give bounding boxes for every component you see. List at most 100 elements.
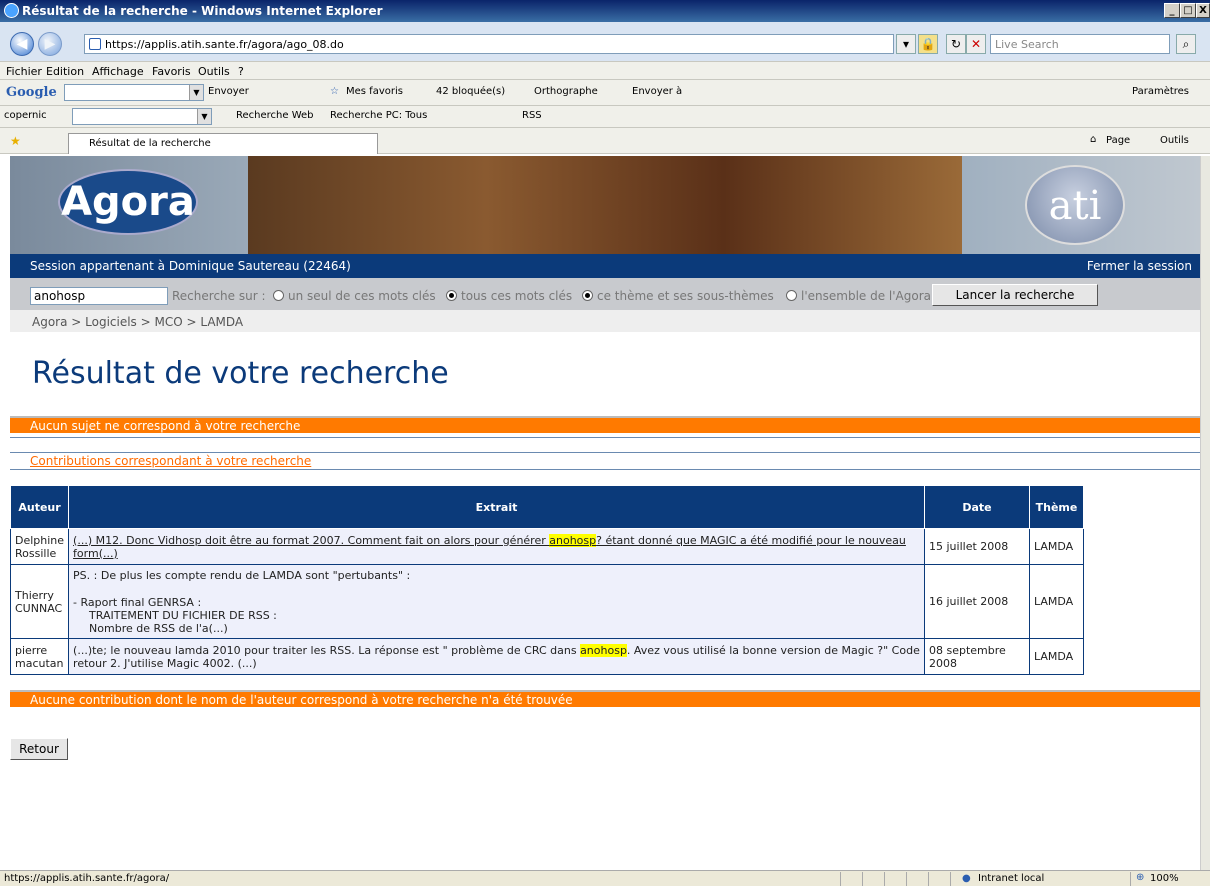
refresh-icon[interactable]: ↻ [946, 34, 966, 54]
row-extrait[interactable]: PS. : De plus les compte rendu de LAMDA … [68, 564, 925, 639]
extrait-line: TRAITEMENT DU FICHIER DE RSS : [89, 608, 277, 622]
menu-fichier[interactable]: Fichier [6, 65, 42, 78]
row-auteur: pierre macutan [9, 638, 70, 675]
page-title: Résultat de votre recherche [32, 356, 449, 391]
table-row: pierre macutan (...)te; le nouveau lamda… [9, 638, 1084, 675]
keyword-highlight: anohosp [549, 533, 597, 547]
forward-arrow-icon[interactable]: ▶ [38, 32, 62, 56]
globe-icon: ● [962, 873, 971, 884]
menu-favoris[interactable]: Favoris [152, 65, 191, 78]
address-input[interactable]: https://applis.atih.sante.fr/agora/ago_0… [84, 34, 894, 54]
star-icon: ☆ [330, 86, 339, 97]
outils-menu-button[interactable]: Outils [1160, 135, 1189, 146]
menu-edition[interactable]: Edition [46, 65, 84, 78]
breadcrumb[interactable]: Agora > Logiciels > MCO > LAMDA [10, 310, 1200, 332]
contributions-link[interactable]: Contributions correspondant à votre rech… [30, 454, 311, 468]
orthographe-button[interactable]: Orthographe [534, 86, 598, 97]
window-title-bar: Résultat de la recherche - Windows Inter… [0, 0, 1210, 22]
rss-button[interactable]: RSS [522, 110, 542, 121]
popup-blocked-count[interactable]: 42 bloquée(s) [436, 86, 505, 97]
radio-all-keywords[interactable] [446, 290, 457, 301]
back-button[interactable]: Retour [10, 738, 68, 760]
no-subject-bar: Aucun sujet ne correspond à votre recher… [10, 416, 1200, 433]
envoyer-a-button[interactable]: Envoyer à [632, 86, 682, 97]
no-author-bar: Aucune contribution dont le nom de l'aut… [10, 690, 1200, 707]
col-extrait: Extrait [68, 485, 925, 529]
home-icon[interactable]: ⌂ [1090, 134, 1096, 145]
table-row: Thierry CUNNAC PS. : De plus les compte … [9, 564, 1084, 639]
results-table: Auteur Extrait Date Thème Delphine Rossi… [9, 485, 1084, 675]
radio-all-agora-label: l'ensemble de l'Agora [801, 289, 931, 303]
tab-active[interactable]: Résultat de la recherche [68, 133, 378, 154]
copernic-logo: copernic [4, 110, 47, 121]
col-theme: Thème [1029, 485, 1084, 529]
row-date: 15 juillet 2008 [924, 528, 1030, 565]
address-url: https://applis.atih.sante.fr/agora/ago_0… [105, 38, 344, 51]
menu-outils[interactable]: Outils [198, 65, 230, 78]
atih-logo: ati [1025, 165, 1125, 245]
row-auteur: Delphine Rossille [9, 528, 70, 565]
back-arrow-icon[interactable]: ◀ [10, 32, 34, 56]
search-label: Recherche sur : [172, 289, 266, 303]
stop-icon[interactable]: ✕ [966, 34, 986, 54]
parametres-button[interactable]: Paramètres [1132, 86, 1189, 97]
minimize-button[interactable]: _ [1164, 3, 1180, 18]
radio-one-keyword[interactable] [273, 290, 284, 301]
google-logo: Google [6, 85, 57, 100]
menu-affichage[interactable]: Affichage [92, 65, 144, 78]
row-date: 16 juillet 2008 [924, 564, 1030, 639]
status-url: https://applis.atih.sante.fr/agora/ [4, 873, 170, 884]
recherche-web-button[interactable]: Recherche Web [236, 110, 314, 121]
search-input[interactable]: anohosp [30, 287, 168, 305]
radio-theme[interactable] [582, 290, 593, 301]
row-theme: LAMDA [1029, 638, 1084, 675]
recherche-pc-button[interactable]: Recherche PC: Tous [330, 110, 427, 121]
envoyer-button[interactable]: Envoyer [208, 86, 249, 97]
copernic-search-combo[interactable]: ▼ [72, 108, 212, 125]
page-icon [89, 38, 101, 50]
session-bar: Session appartenant à Dominique Sauterea… [10, 254, 1200, 278]
row-extrait[interactable]: (...)te; le nouveau lamda 2010 pour trai… [68, 638, 925, 675]
row-auteur: Thierry CUNNAC [9, 564, 70, 639]
close-button[interactable]: X [1196, 3, 1210, 18]
row-extrait-link[interactable]: (...) M12. Donc Vidhosp doit être au for… [68, 528, 925, 565]
window-title: Résultat de la recherche - Windows Inter… [22, 4, 383, 18]
search-icon[interactable]: ⌕ [1176, 34, 1196, 54]
agora-logo: Agora [58, 169, 198, 235]
menu-help[interactable]: ? [238, 65, 244, 78]
search-button[interactable]: Lancer la recherche [932, 284, 1098, 306]
session-owner: Session appartenant à Dominique Sauterea… [30, 259, 351, 273]
page-menu-button[interactable]: Page [1106, 135, 1130, 146]
ie-icon [4, 3, 19, 18]
google-toolbar: Google ▼ Envoyer ☆ Mes favoris 42 bloqué… [0, 80, 1210, 106]
extrait-line: Nombre de RSS de l'a(...) [89, 621, 228, 635]
radio-theme-label: ce thème et ses sous-thèmes [597, 289, 774, 303]
dropdown-icon[interactable]: ▾ [896, 34, 916, 54]
google-search-combo[interactable]: ▼ [64, 84, 204, 101]
tab-label: Résultat de la recherche [89, 138, 211, 149]
divider [10, 437, 1200, 438]
contributions-header: Contributions correspondant à votre rech… [10, 452, 1200, 470]
favorites-star-icon[interactable]: ★ [10, 134, 21, 148]
live-search-input[interactable]: Live Search [990, 34, 1170, 54]
mes-favoris-button[interactable]: Mes favoris [346, 86, 403, 97]
status-bar: https://applis.atih.sante.fr/agora/ ● In… [0, 870, 1210, 886]
logout-link[interactable]: Fermer la session [1087, 259, 1192, 273]
extrait-line: - Raport final GENRSA : [73, 595, 202, 609]
extrait-line: PS. : De plus les compte rendu de LAMDA … [73, 568, 411, 582]
radio-all-keywords-label: tous ces mots clés [461, 289, 573, 303]
radio-all-agora[interactable] [786, 290, 797, 301]
col-date: Date [924, 485, 1030, 529]
table-row: Delphine Rossille (...) M12. Donc Vidhos… [9, 528, 1084, 565]
vertical-scrollbar[interactable] [1200, 156, 1210, 870]
zoom-icon[interactable]: ⊕ [1136, 872, 1144, 883]
menu-bar: Fichier Edition Affichage Favoris Outils… [0, 62, 1210, 80]
security-zone: Intranet local [978, 873, 1045, 884]
row-date: 08 septembre 2008 [924, 638, 1030, 675]
radio-one-keyword-label: un seul de ces mots clés [288, 289, 436, 303]
lock-icon[interactable]: 🔒 [918, 34, 938, 54]
copernic-toolbar: copernic ▼ Recherche Web Recherche PC: T… [0, 106, 1210, 128]
zoom-level[interactable]: 100% [1150, 873, 1179, 884]
maximize-button[interactable]: □ [1180, 3, 1196, 18]
row-theme: LAMDA [1029, 564, 1084, 639]
